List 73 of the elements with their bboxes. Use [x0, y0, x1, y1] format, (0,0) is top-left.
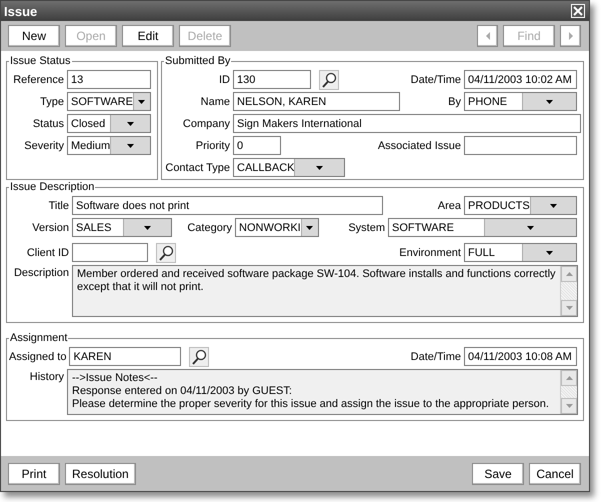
field-label: Client ID — [26, 246, 69, 258]
input-field[interactable]: NELSON, KAREN — [233, 92, 400, 111]
scroll-up-icon[interactable] — [564, 270, 574, 278]
text-line: Member ordered and received software package SW-104. Software installs and functions correctly except that it will not print. — [77, 268, 556, 294]
input-field[interactable]: 04/11/2003 10:02 AM — [464, 70, 577, 89]
scroll-down-icon[interactable] — [564, 304, 574, 312]
field-label: Contact Type — [164, 162, 230, 174]
toolbar-button[interactable]: Edit — [122, 25, 174, 47]
footer-button[interactable]: Cancel — [529, 462, 581, 484]
scroll-up-icon[interactable] — [564, 374, 574, 382]
dropdown-field[interactable]: SOFTWARE — [67, 92, 151, 111]
dropdown-field[interactable]: SALES — [72, 218, 172, 237]
description-field[interactable]: Member ordered and received software package SW-104. Software installs and functions correctly except that it will not print. — [72, 265, 578, 317]
section-title: Issue Description — [9, 181, 96, 193]
scrollbar[interactable] — [560, 370, 577, 414]
field-label: Environment — [398, 246, 461, 258]
field-label: Area — [436, 200, 461, 212]
window-title: Issue — [4, 4, 38, 18]
search-icon[interactable] — [156, 242, 176, 262]
text-line: Response entered on 04/11/2003 by GUEST: — [72, 385, 293, 398]
input-field[interactable]: 130 — [233, 70, 311, 89]
field-label: Category — [186, 222, 232, 234]
field-label: ID — [218, 74, 230, 86]
field-label: Priority — [194, 140, 230, 152]
input-field[interactable]: 0 — [233, 136, 281, 155]
scrollbar[interactable] — [560, 266, 577, 316]
close-icon[interactable] — [571, 4, 585, 18]
input-field[interactable]: KAREN — [69, 347, 182, 366]
field-label: Associated Issue — [376, 140, 461, 152]
field-label: Severity — [23, 140, 64, 152]
field-label: By — [447, 96, 461, 108]
search-icon[interactable] — [189, 346, 210, 366]
dropdown-field[interactable]: FULL — [464, 243, 577, 262]
input-field[interactable] — [464, 136, 577, 155]
section-title: Assignment — [9, 332, 68, 344]
section-title: Submitted By — [164, 55, 232, 67]
field-label: Date/Time — [410, 74, 461, 86]
field-label: Type — [39, 96, 64, 108]
input-field[interactable]: Sign Makers International — [233, 114, 581, 133]
field-label: Assigned to — [9, 350, 66, 362]
scroll-down-icon[interactable] — [564, 402, 574, 410]
field-label: Company — [182, 118, 230, 130]
toolbar-button[interactable]: New — [8, 25, 60, 47]
footer-button[interactable]: Resolution — [65, 462, 136, 484]
input-field[interactable]: 04/11/2003 10:08 AM — [464, 347, 577, 366]
input-field[interactable]: 13 — [67, 70, 151, 89]
dropdown-field[interactable]: Closed — [67, 114, 151, 133]
footer-button[interactable]: Print — [8, 462, 60, 484]
dropdown-field[interactable]: PHONE — [464, 92, 577, 111]
input-field[interactable]: Software does not print — [72, 196, 383, 215]
input-field[interactable] — [72, 243, 148, 262]
field-label: Version — [31, 222, 69, 234]
field-label: Status — [32, 118, 64, 130]
field-label: Name — [200, 96, 230, 108]
text-line: -->Issue Notes<-- — [72, 372, 159, 385]
field-label: Title — [48, 200, 69, 212]
text-line: Please determine the proper severity for this issue and assign the issue to the appropriate person. — [72, 398, 550, 411]
dropdown-field[interactable]: NONWORKI — [235, 218, 319, 237]
section-title: Issue Status — [9, 55, 72, 67]
field-label: Description — [12, 266, 69, 279]
dropdown-field[interactable]: CALLBACK — [233, 158, 345, 177]
field-label: System — [347, 222, 385, 234]
right-arrow-icon — [566, 31, 574, 41]
dropdown-field[interactable]: PRODUCTS — [464, 196, 577, 215]
field-label: History — [28, 370, 64, 383]
dropdown-field[interactable]: Medium — [67, 136, 151, 155]
left-arrow-icon — [484, 31, 492, 41]
footer-button[interactable]: Save — [472, 462, 524, 484]
search-icon[interactable] — [319, 70, 339, 90]
dropdown-field[interactable]: SOFTWARE — [388, 218, 577, 237]
field-label: Reference — [12, 74, 64, 86]
history-field[interactable]: -->Issue Notes<-- Response entered on 04/11/2003 by GUEST: Please determine the proper severity for this issue and assign the issue to the appropriate person. — [67, 369, 578, 415]
field-label: Date/Time — [410, 350, 461, 362]
